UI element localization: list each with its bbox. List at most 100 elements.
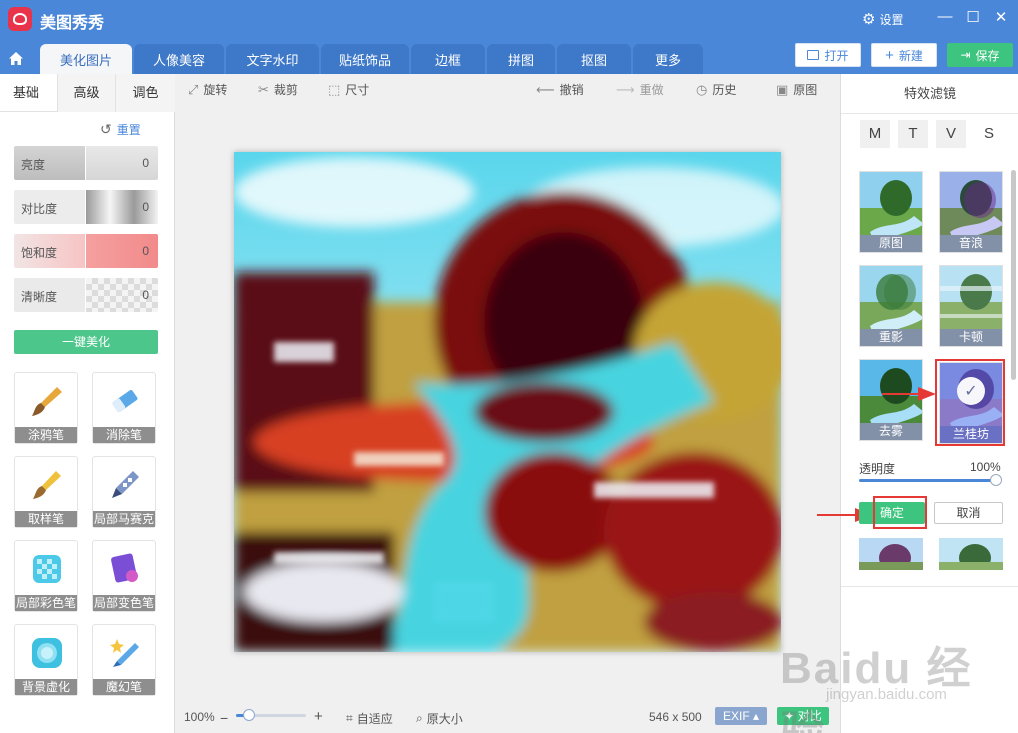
zoom-slider-knob[interactable]	[242, 709, 255, 721]
filter-list-scrollbar[interactable]	[1011, 170, 1016, 380]
tool-label: 局部变色笔	[93, 595, 155, 611]
minimize-button[interactable]: —	[935, 8, 955, 25]
tab-portrait[interactable]: 人像美容	[134, 44, 224, 74]
tool-label: 取样笔	[15, 511, 77, 527]
category-tab-m[interactable]: M	[860, 120, 890, 148]
gear-icon: ⚙	[862, 10, 876, 28]
home-icon	[9, 51, 23, 65]
history-label: 历史	[712, 83, 737, 97]
tab-stickers[interactable]: 贴纸饰品	[321, 44, 409, 74]
edited-photo[interactable]	[234, 152, 781, 652]
crop-label: 裁剪	[273, 83, 298, 97]
brightness-slider[interactable]: 亮度 0	[14, 146, 158, 180]
photo-image	[234, 152, 781, 652]
zoom-value: 100%	[184, 710, 215, 724]
fit-label: 自适应	[356, 712, 393, 726]
tool-label: 涂鸦笔	[15, 427, 77, 443]
saturation-slider[interactable]: 饱和度 0	[14, 234, 158, 268]
filter-original[interactable]: 原图	[859, 171, 923, 253]
plus-icon: +	[885, 46, 894, 64]
tool-sample-pen[interactable]: 取样笔	[14, 456, 78, 528]
open-button[interactable]: 打开	[795, 43, 861, 67]
tab-cutout[interactable]: 抠图	[557, 44, 631, 74]
opacity-label: 透明度	[859, 462, 896, 476]
app-logo-icon	[8, 7, 32, 31]
maximize-button[interactable]: ☐	[963, 8, 983, 26]
category-tab-v[interactable]: V	[936, 120, 966, 148]
tab-collage[interactable]: 拼图	[487, 44, 555, 74]
opacity-slider[interactable]	[859, 479, 997, 482]
tool-local-mosaic[interactable]: 局部马赛克	[92, 456, 156, 528]
tool-label: 局部彩色笔	[15, 595, 77, 611]
one-key-beautify-button[interactable]: 一键美化	[14, 330, 158, 354]
title-bar: 美图秀秀 ⚙ 设置 — ☐ ✕	[0, 0, 1018, 38]
baidu-watermark: Baidu 经验	[780, 644, 973, 733]
subtab-basic[interactable]: 基础	[0, 74, 52, 112]
tool-background-blur[interactable]: 背景虚化	[14, 624, 78, 696]
settings-button[interactable]: ⚙ 设置	[862, 11, 903, 28]
original-button[interactable]: ▣ 原图	[776, 81, 817, 98]
zoom-in-button[interactable]: +	[314, 708, 323, 725]
category-tab-t[interactable]: T	[898, 120, 928, 148]
recolor-pen-icon	[111, 553, 138, 583]
tool-local-color[interactable]: 局部彩色笔	[14, 540, 78, 612]
opacity-slider-knob[interactable]	[990, 474, 1002, 486]
size-label: 尺寸	[345, 83, 370, 97]
brightness-value: 0	[142, 156, 149, 170]
saturation-label: 饱和度	[21, 246, 58, 260]
filter-ghost[interactable]: 重影	[859, 265, 923, 347]
subtab-color[interactable]: 调色	[115, 74, 175, 112]
redo-button[interactable]: ⟶ 重做	[616, 81, 664, 98]
save-button[interactable]: ⇥ 保存	[947, 43, 1013, 67]
crop-button[interactable]: ✂ 裁剪	[258, 81, 298, 98]
reset-button[interactable]: ↺ 重置	[100, 121, 141, 138]
actual-size-button[interactable]: ⌕ 原大小	[416, 710, 463, 727]
saturation-value: 0	[142, 244, 149, 258]
size-button[interactable]: ⬚ 尺寸	[328, 81, 369, 98]
image-icon: ▣	[776, 81, 789, 97]
new-button[interactable]: + 新建	[871, 43, 937, 67]
tool-eraser[interactable]: 消除笔	[92, 372, 156, 444]
sharpness-label: 清晰度	[21, 290, 58, 304]
rotate-label: 旋转	[203, 83, 228, 97]
effects-title: 特效滤镜	[841, 74, 1018, 114]
tab-more[interactable]: 更多	[633, 44, 703, 74]
history-button[interactable]: ◷ 历史	[696, 81, 736, 98]
open-label: 打开	[824, 48, 849, 63]
zoom-out-button[interactable]: −	[220, 710, 228, 726]
contrast-slider[interactable]: 对比度 0	[14, 190, 158, 224]
cancel-button[interactable]: 取消	[934, 502, 1003, 524]
exif-button[interactable]: EXIF ▴	[715, 707, 767, 725]
sharpness-slider[interactable]: 清晰度 0	[14, 278, 158, 312]
new-label: 新建	[898, 48, 923, 63]
tool-label: 魔幻笔	[93, 679, 155, 695]
annotation-arrow-icon	[882, 387, 936, 401]
home-button[interactable]	[0, 42, 32, 74]
eraser-icon	[112, 389, 138, 413]
filter-sound-wave[interactable]: 音浪	[939, 171, 1003, 253]
rotate-icon: ⤢	[188, 81, 199, 97]
tab-text-watermark[interactable]: 文字水印	[226, 44, 319, 74]
color-pen-icon	[33, 555, 61, 583]
confirm-highlight	[873, 496, 927, 529]
tab-frame[interactable]: 边框	[411, 44, 485, 74]
close-button[interactable]: ✕	[991, 8, 1011, 26]
category-tab-s[interactable]: S	[974, 120, 1004, 148]
tool-doodle-pen[interactable]: 涂鸦笔	[14, 372, 78, 444]
tool-local-recolor[interactable]: 局部变色笔	[92, 540, 156, 612]
redo-icon: ⟶	[616, 81, 635, 97]
undo-button[interactable]: ⟵ 撤销	[536, 81, 584, 98]
fit-button[interactable]: ⌗ 自适应	[346, 710, 393, 727]
undo-label: 撤销	[559, 83, 584, 97]
tab-beautify[interactable]: 美化图片	[40, 44, 132, 74]
rotate-button[interactable]: ⤢ 旋转	[188, 81, 227, 98]
opacity-value: 100%	[970, 460, 1001, 474]
tool-magic-pen[interactable]: 魔幻笔	[92, 624, 156, 696]
tool-label: 局部马赛克	[93, 511, 155, 527]
contrast-label: 对比度	[21, 202, 58, 216]
subtab-advanced[interactable]: 高级	[57, 74, 115, 112]
scissors-icon: ✂	[258, 81, 269, 97]
filter-more-2[interactable]	[939, 538, 1003, 570]
filter-glitch[interactable]: 卡顿	[939, 265, 1003, 347]
filter-more-1[interactable]	[859, 538, 923, 570]
